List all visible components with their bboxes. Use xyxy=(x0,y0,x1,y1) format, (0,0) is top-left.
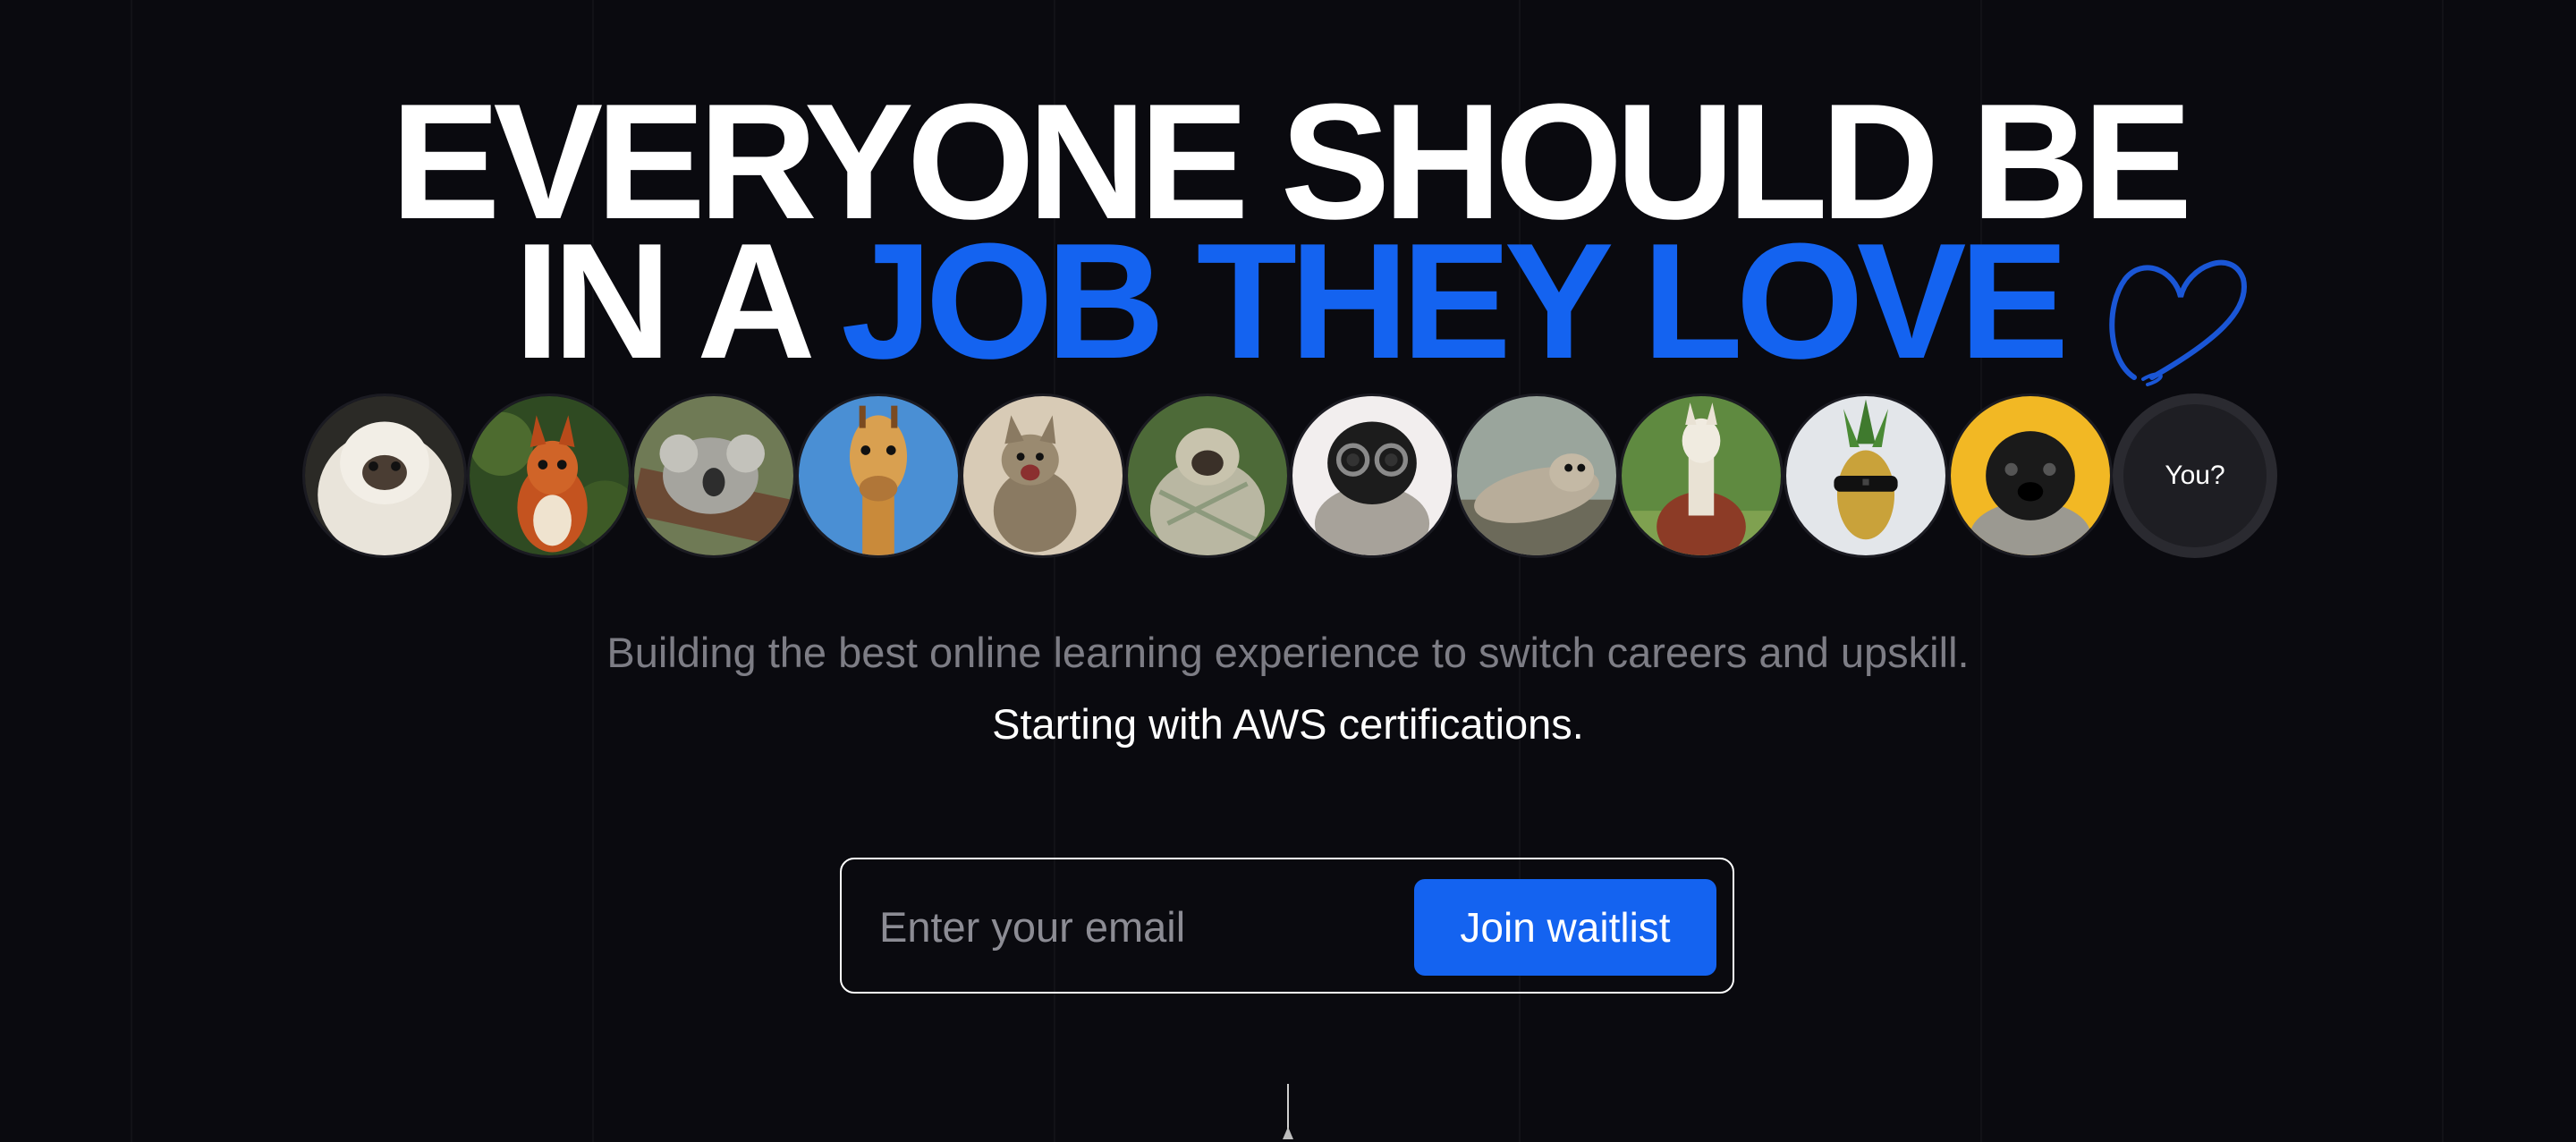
avatar xyxy=(302,393,467,558)
koala-avatar xyxy=(634,396,793,555)
avatar xyxy=(1290,393,1454,558)
join-waitlist-button[interactable]: Join waitlist xyxy=(1414,879,1716,976)
seal-avatar xyxy=(1457,396,1616,555)
squirrel-avatar xyxy=(470,396,629,555)
pug-blanket-avatar xyxy=(1128,396,1287,555)
hero-title-prefix: IN A xyxy=(513,208,842,393)
alpaca-avatar xyxy=(1622,396,1781,555)
waitlist-form: Join waitlist xyxy=(840,858,1734,994)
heart-icon xyxy=(2109,259,2247,386)
avatar-row: You? xyxy=(302,393,2277,558)
you-avatar: You? xyxy=(2113,393,2277,558)
avatar xyxy=(1125,393,1290,558)
avatar xyxy=(1948,393,2113,558)
giraffe-avatar xyxy=(799,396,958,555)
pug-glasses-avatar xyxy=(1292,396,1452,555)
email-input[interactable] xyxy=(877,890,1346,963)
pineapple-avatar xyxy=(1786,396,1945,555)
kitten-avatar xyxy=(963,396,1123,555)
avatar xyxy=(1784,393,1948,558)
avatar xyxy=(796,393,961,558)
tagline: Building the best online learning experi… xyxy=(606,629,1970,676)
avatar xyxy=(1454,393,1619,558)
hero-title-accent: JOB THEY LOVE xyxy=(841,208,2069,393)
avatar xyxy=(467,393,631,558)
you-avatar-label: You? xyxy=(2165,461,2225,490)
fluffy-dog-avatar xyxy=(305,396,464,555)
tagline-secondary: Starting with AWS certifications. xyxy=(992,700,1584,748)
avatar xyxy=(1619,393,1784,558)
avatar xyxy=(631,393,796,558)
pug-yellow-avatar xyxy=(1951,396,2110,555)
scroll-indicator-icon xyxy=(1283,1084,1293,1139)
avatar xyxy=(961,393,1125,558)
